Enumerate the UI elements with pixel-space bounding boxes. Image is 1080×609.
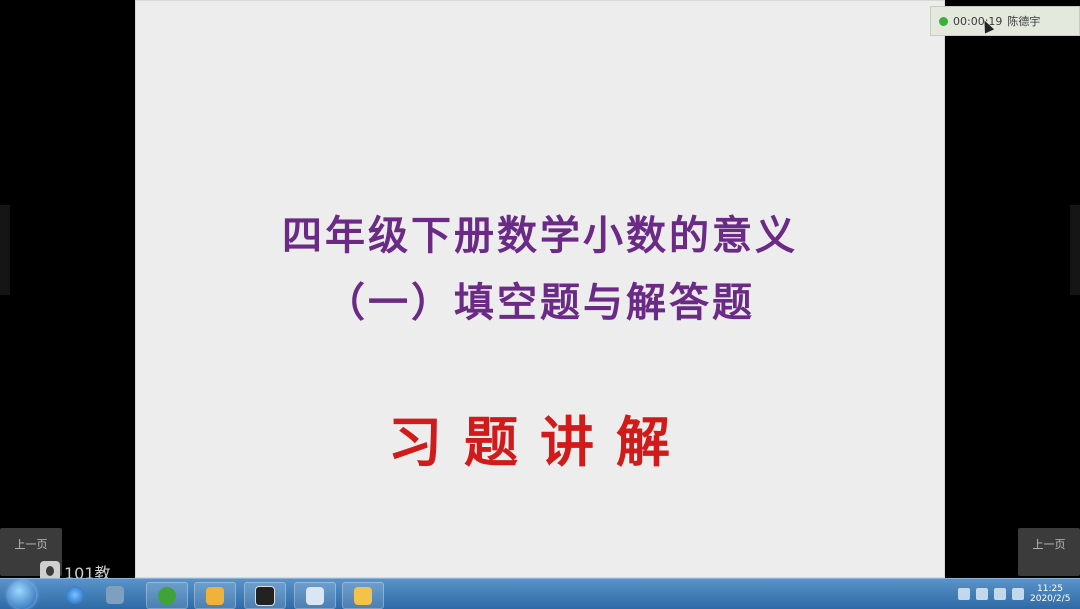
media-icon xyxy=(206,586,224,605)
tray-input-icon[interactable] xyxy=(1012,588,1024,600)
taskbar-app-4[interactable] xyxy=(294,582,336,609)
slide-title-line2: （一）填空题与解答题 xyxy=(325,279,755,326)
recording-user: 陈德宇 xyxy=(1007,15,1041,28)
start-button[interactable] xyxy=(8,581,36,609)
taskbar-app-1[interactable] xyxy=(146,582,188,609)
tray-flag-icon[interactable] xyxy=(976,588,988,600)
explorer-taskbar-icon[interactable] xyxy=(100,582,130,607)
browser-icon xyxy=(158,586,176,605)
taskbar: 11:25 2020/2/5 xyxy=(0,578,1080,609)
right-side-handle xyxy=(1070,205,1080,295)
recording-indicator[interactable]: 00:00:19 陈德宇 xyxy=(930,6,1080,36)
system-tray: 11:25 2020/2/5 xyxy=(958,579,1080,609)
clock-date: 2020/2/5 xyxy=(1030,594,1071,604)
taskbar-app-3[interactable] xyxy=(244,582,286,609)
slide-title-line1: 四年级下册数学小数的意义 xyxy=(282,212,798,259)
tray-volume-icon[interactable] xyxy=(994,588,1006,600)
folder-icon xyxy=(354,586,372,605)
left-side-handle xyxy=(0,205,10,295)
recording-time: 00:00:19 xyxy=(953,14,1003,28)
recording-dot-icon xyxy=(939,16,948,26)
explorer-icon xyxy=(106,585,124,604)
presentation-slide: 四年级下册数学小数的意义 （一）填空题与解答题 习题讲解 xyxy=(135,0,945,578)
taskbar-app-5[interactable] xyxy=(342,582,384,609)
taskbar-app-2[interactable] xyxy=(194,582,236,609)
taskbar-clock[interactable]: 11:25 2020/2/5 xyxy=(1030,584,1070,604)
prev-page-button-right[interactable]: 上一页 xyxy=(1018,528,1080,576)
clock-time: 11:25 xyxy=(1037,584,1063,594)
ie-icon xyxy=(66,585,84,604)
ie-taskbar-icon[interactable] xyxy=(60,582,90,607)
ppt-icon xyxy=(306,586,324,605)
recorder-icon xyxy=(255,585,275,606)
slide-subtitle: 习题讲解 xyxy=(388,410,692,474)
tray-network-icon[interactable] xyxy=(958,588,970,600)
